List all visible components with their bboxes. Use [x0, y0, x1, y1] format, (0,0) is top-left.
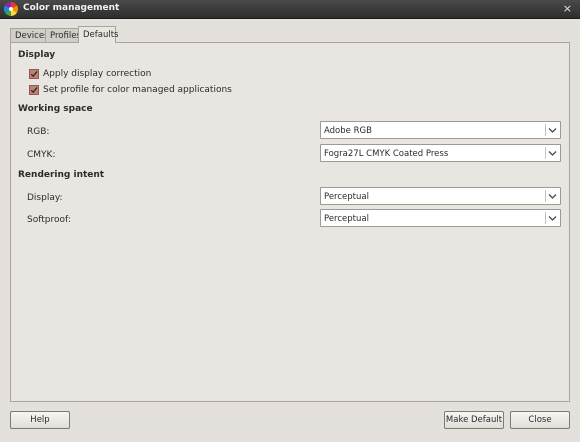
checkbox-checked-icon: [29, 69, 39, 79]
combo-separator: [545, 124, 546, 136]
close-window-icon[interactable]: ×: [563, 2, 572, 15]
set-profile-label: Set profile for color managed applicatio…: [43, 85, 232, 95]
tab-defaults-label: Defaults: [83, 30, 119, 40]
chevron-down-icon: [548, 128, 557, 133]
combo-separator: [545, 190, 546, 202]
display-heading: Display: [18, 50, 56, 60]
combo-separator: [545, 147, 546, 159]
close-button[interactable]: Close: [510, 411, 570, 429]
cmyk-label: CMYK:: [27, 150, 56, 160]
softproof-intent-label: Softproof:: [27, 215, 71, 225]
rgb-profile-select[interactable]: Adobe RGB: [320, 121, 561, 139]
help-button[interactable]: Help: [10, 411, 70, 429]
tab-devices-label: Devices: [15, 31, 49, 41]
cmyk-profile-value: Fogra27L CMYK Coated Press: [324, 149, 449, 159]
chevron-down-icon: [548, 216, 557, 221]
display-intent-select[interactable]: Perceptual: [320, 187, 561, 205]
tab-profiles-label: Profiles: [50, 31, 81, 41]
softproof-intent-select[interactable]: Perceptual: [320, 209, 561, 227]
rgb-profile-value: Adobe RGB: [324, 126, 372, 136]
window-title: Color management: [23, 3, 120, 13]
tab-devices[interactable]: Devices: [10, 28, 49, 42]
chevron-down-icon: [548, 194, 557, 199]
rendering-intent-heading: Rendering intent: [18, 170, 105, 180]
display-intent-label: Display:: [27, 193, 63, 203]
tab-defaults[interactable]: Defaults: [78, 26, 119, 43]
combo-separator: [545, 212, 546, 224]
rgb-label: RGB:: [27, 127, 50, 137]
color-management-window: Color management × Devices Profiles Defa…: [0, 0, 580, 442]
softproof-intent-value: Perceptual: [324, 214, 369, 224]
make-default-button[interactable]: Make Default: [444, 411, 504, 429]
cmyk-profile-select[interactable]: Fogra27L CMYK Coated Press: [320, 144, 561, 162]
checkbox-checked-icon: [29, 85, 39, 95]
defaults-panel: Display Apply display correction Set pro…: [10, 42, 570, 402]
chevron-down-icon: [548, 151, 557, 156]
apply-display-correction-label: Apply display correction: [43, 69, 152, 79]
tab-profiles[interactable]: Profiles: [45, 28, 81, 42]
working-space-heading: Working space: [18, 104, 93, 114]
color-wheel-icon: [4, 2, 18, 16]
display-intent-value: Perceptual: [324, 192, 369, 202]
title-bar: Color management ×: [0, 0, 580, 19]
